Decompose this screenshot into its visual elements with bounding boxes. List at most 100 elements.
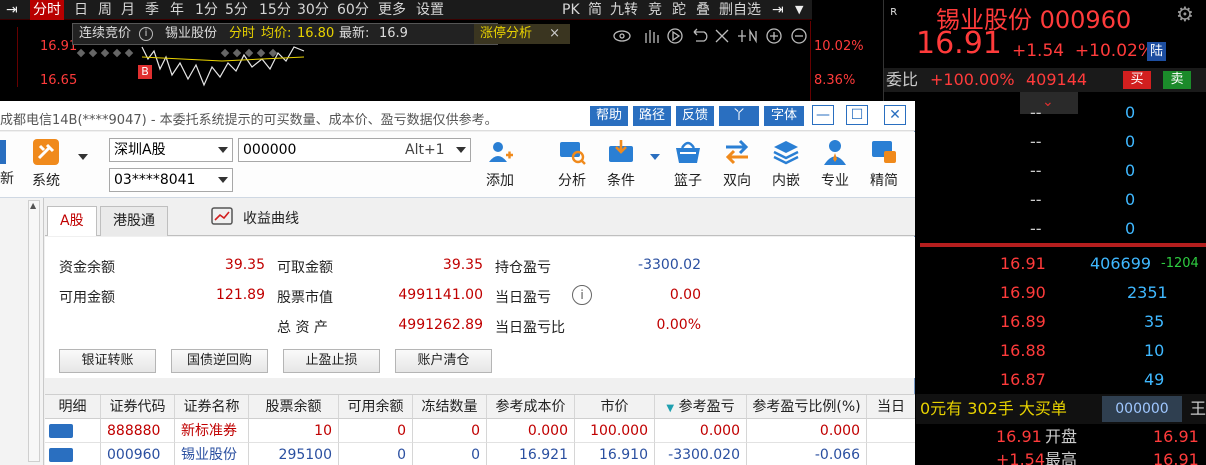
add-tool[interactable]: 添加 xyxy=(478,138,522,192)
order-ratio-label: 委比 xyxy=(886,70,919,89)
minimize-icon[interactable]: — xyxy=(812,105,834,125)
order-ratio-volume: 409144 xyxy=(1026,70,1088,89)
tab-week[interactable]: 周 xyxy=(98,0,112,20)
embed-label: 内嵌 xyxy=(772,173,800,189)
info-icon[interactable]: i xyxy=(139,27,153,41)
col-today[interactable]: 当日 xyxy=(867,395,915,419)
tab-hk-connect[interactable]: 港股通 xyxy=(100,206,168,236)
trade-window-titlebar[interactable]: 成都电信14B(****9047) - 本委托系统提示的可买数量、成本价、盈亏数… xyxy=(0,101,915,131)
sell-button[interactable]: 卖 xyxy=(1163,71,1191,89)
col-pl[interactable]: ▼ 参考盈亏 xyxy=(655,395,747,419)
cost-cell: 16.921 xyxy=(487,443,575,465)
name-cell: 锡业股份 xyxy=(175,443,249,465)
buy-level: 16.90 2351 xyxy=(920,278,1206,307)
analysis-tool[interactable]: 分析 xyxy=(550,138,594,192)
limit-analysis-tag[interactable]: 涨停分析 × xyxy=(474,24,570,44)
bank-transfer-button[interactable]: 银证转账 xyxy=(59,349,156,373)
tab-15min[interactable]: 15分 xyxy=(259,0,291,20)
tab-intraday[interactable]: 分时 xyxy=(30,0,64,20)
reverse-repo-button[interactable]: 国债逆回购 xyxy=(171,349,268,373)
list-icon[interactable] xyxy=(49,448,73,462)
condition-tool[interactable]: 条件 xyxy=(599,138,643,192)
user-pro-icon xyxy=(824,140,846,165)
basket-tool[interactable]: 篮子 xyxy=(666,138,710,192)
auction-button[interactable]: 竞 xyxy=(648,0,662,20)
col-available[interactable]: 可用余额 xyxy=(339,395,413,419)
jiuzhuan-button[interactable]: 九转 xyxy=(610,0,638,20)
pk-button[interactable]: PK xyxy=(562,0,580,20)
basket-label: 篮子 xyxy=(674,173,702,189)
close-icon[interactable]: × xyxy=(549,24,560,44)
sidebar-edge-icon[interactable] xyxy=(0,140,6,164)
tab-5min[interactable]: 5分 xyxy=(225,0,248,20)
profit-curve-link[interactable]: 收益曲线 xyxy=(243,208,299,228)
gear-icon[interactable]: ⚙ xyxy=(1176,2,1194,26)
tuo-button[interactable]: 跎 xyxy=(672,0,686,20)
sell-level: -- 0 xyxy=(920,214,1206,243)
col-cost[interactable]: 参考成本价 xyxy=(487,395,575,419)
ribbon-icon[interactable]: ʀ xyxy=(890,4,897,18)
pin-icon[interactable]: ⇥ xyxy=(6,0,18,20)
buy-button[interactable]: 买 xyxy=(1123,71,1151,89)
maximize-icon[interactable]: ☐ xyxy=(846,105,868,125)
table-row[interactable]: 000960 锡业股份 295100 0 0 16.921 16.910 -33… xyxy=(45,443,915,465)
col-pl-pct[interactable]: 参考盈亏比例(%) xyxy=(747,395,867,419)
path-button[interactable]: 路径 xyxy=(633,106,671,126)
tab-30min[interactable]: 30分 xyxy=(297,0,329,20)
feedback-button[interactable]: 反馈 xyxy=(676,106,714,126)
list-icon[interactable] xyxy=(49,424,73,438)
chevron-down-icon[interactable] xyxy=(650,154,660,160)
pin-window-button[interactable]: 丫 xyxy=(719,106,759,126)
tab-a-shares[interactable]: A股 xyxy=(47,206,97,236)
overlay-button[interactable]: 叠 xyxy=(696,0,710,20)
font-button[interactable]: 字体 xyxy=(764,106,804,126)
pin-right-icon[interactable]: ⇥ xyxy=(772,0,784,20)
detail-cell[interactable] xyxy=(45,443,101,465)
tab-month[interactable]: 月 xyxy=(121,0,135,20)
tab-year[interactable]: 年 xyxy=(170,0,184,20)
two-way-tool[interactable]: 双向 xyxy=(715,138,759,192)
stop-profit-loss-button[interactable]: 止盈止损 xyxy=(283,349,380,373)
tab-1min[interactable]: 1分 xyxy=(195,0,218,20)
embed-tool[interactable]: 内嵌 xyxy=(764,138,808,192)
trade-toolbar: 新 系统 深圳A股 000000 Alt+1 03****8041 添加 分析 … xyxy=(0,132,915,198)
simple-button[interactable]: 简 xyxy=(588,0,602,20)
pro-tool[interactable]: 专业 xyxy=(813,138,857,192)
tab-more[interactable]: 更多 xyxy=(378,0,406,20)
position-pl-value: -3300.02 xyxy=(638,257,701,273)
tab-60min[interactable]: 60分 xyxy=(337,0,369,20)
help-button[interactable]: 帮助 xyxy=(590,106,628,126)
system-tool[interactable]: 系统 xyxy=(24,138,68,192)
account-select[interactable]: 03****8041 xyxy=(109,168,233,192)
col-price[interactable]: 市价 xyxy=(575,395,655,419)
compact-tool[interactable]: 精简 xyxy=(862,138,906,192)
col-frozen[interactable]: 冻结数量 xyxy=(413,395,487,419)
col-balance[interactable]: 股票余额 xyxy=(249,395,339,419)
info-icon[interactable]: i xyxy=(572,285,592,305)
scroll-up-icon[interactable]: ▲ xyxy=(30,201,36,210)
col-detail[interactable]: 明细 xyxy=(45,395,101,419)
tab-settings[interactable]: 设置 xyxy=(416,0,444,20)
remove-favorite-button[interactable]: 删自选 xyxy=(719,0,761,20)
tab-quarter[interactable]: 季 xyxy=(145,0,159,20)
sidebar-scrollbar[interactable]: ▲ xyxy=(28,200,40,462)
market-select[interactable]: 深圳A股 xyxy=(109,138,233,162)
today-pl-label: 当日盈亏 xyxy=(495,290,551,306)
code-cell: 888880 xyxy=(101,419,175,443)
detail-cell[interactable] xyxy=(45,419,101,443)
code-field[interactable]: 000000 xyxy=(1102,396,1182,422)
close-window-icon[interactable]: ✕ xyxy=(884,105,906,125)
stock-code-input[interactable]: 000000 Alt+1 xyxy=(238,138,471,162)
col-code[interactable]: 证券代码 xyxy=(101,395,175,419)
table-row[interactable]: 888880 新标准券 10 0 0 0.000 100.000 0.000 0… xyxy=(45,419,915,443)
clear-account-button[interactable]: 账户清仓 xyxy=(395,349,492,373)
condition-label: 条件 xyxy=(607,173,635,189)
fund-balance-value: 39.35 xyxy=(224,257,265,273)
col-name[interactable]: 证券名称 xyxy=(175,395,249,419)
account-summary: 资金余额 39.35 可取金额 39.35 持仓盈亏 -3300.02 可用金额… xyxy=(45,237,915,378)
tab-day[interactable]: 日 xyxy=(74,0,88,20)
holdings-table: 明细 证券代码 证券名称 股票余额 可用余额 冻结数量 参考成本价 市价 ▼ 参… xyxy=(45,394,915,465)
chevron-down-icon[interactable] xyxy=(78,154,88,160)
chevron-down-icon[interactable]: ▼ xyxy=(795,0,803,20)
quote-change-pct: +10.02% xyxy=(1074,41,1154,61)
